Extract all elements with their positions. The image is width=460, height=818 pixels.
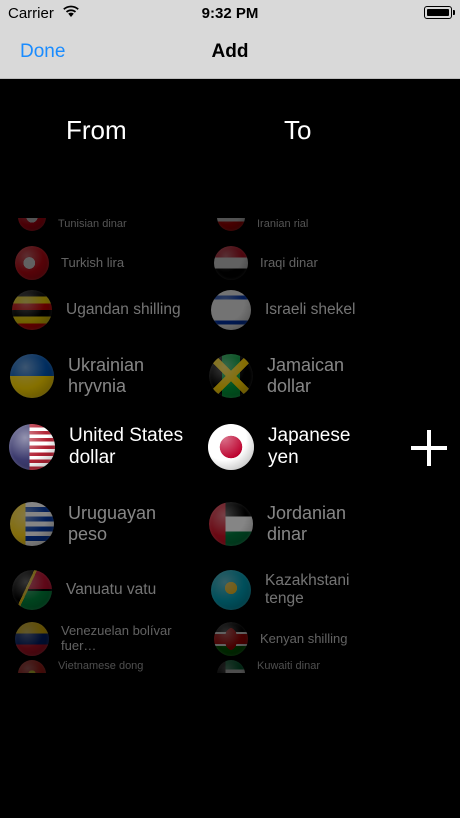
vietnam-flag-icon [18, 660, 46, 673]
to-currency-label: Jordanian dinar [267, 503, 347, 544]
to-currency-row[interactable]: Kazakhstani tenge [211, 570, 381, 610]
from-currency-label: Venezuelan bolívar fuer… [61, 623, 172, 653]
page-title: Add [211, 41, 249, 62]
japan-flag-icon [208, 424, 254, 470]
from-currency-label: United States dollar [69, 425, 184, 468]
kazakhstan-flag-icon [211, 570, 251, 610]
from-currency-row[interactable]: Vietnamese dong [18, 660, 180, 673]
battery-icon [424, 6, 455, 19]
jordan-flag-icon [209, 502, 253, 546]
ukraine-flag-icon [10, 354, 54, 398]
kenya-flag-icon [214, 622, 248, 656]
to-currency-row[interactable]: Iraqi dinar [214, 246, 376, 280]
to-currency-label: Kazakhstani tenge [265, 572, 350, 607]
from-currency-label: Turkish lira [61, 254, 125, 270]
from-currency-row[interactable]: Venezuelan bolívar fuer… [15, 622, 183, 656]
from-currency-row[interactable]: Ugandan shilling [12, 290, 188, 330]
to-currency-label: Kuwaiti dinar [257, 660, 320, 672]
from-currency-label: Tunisian dinar [58, 218, 127, 231]
from-currency-row[interactable]: United States dollar [9, 424, 191, 470]
from-currency-row[interactable]: Uruguayan peso [10, 502, 190, 546]
navigation-bar: Done Add [0, 28, 460, 79]
to-currency-row[interactable]: Iranian rial [217, 218, 373, 231]
from-currency-label: Vanuatu vatu [66, 581, 157, 599]
to-currency-row[interactable]: Japanese yen [208, 424, 384, 470]
from-currency-label: Ukrainian hryvnia [68, 355, 145, 396]
kuwait-flag-icon [217, 660, 245, 673]
to-currency-label: Jamaican dollar [267, 355, 345, 396]
to-column-label: To [284, 115, 312, 145]
from-currency-label: Uruguayan peso [68, 503, 157, 544]
turkey-flag-icon [15, 246, 49, 280]
usa-flag-icon [9, 424, 55, 470]
jamaica-flag-icon [209, 354, 253, 398]
uruguay-flag-icon [10, 502, 54, 546]
to-currency-row[interactable]: Kuwaiti dinar [217, 660, 373, 673]
from-currency-row[interactable]: Turkish lira [15, 246, 183, 280]
to-currency-row[interactable]: Jamaican dollar [209, 354, 383, 398]
to-currency-label: Iraqi dinar [260, 254, 318, 270]
clock: 9:32 PM [201, 5, 259, 22]
from-currency-row[interactable]: Vanuatu vatu [12, 570, 188, 610]
done-button[interactable]: Done [20, 41, 65, 63]
currency-picker[interactable]: Tunisian dinar Turkish lira Ugandan shilli… [0, 218, 400, 673]
vanuatu-flag-icon [12, 570, 52, 610]
to-currency-row[interactable]: Jordanian dinar [209, 502, 383, 546]
to-currency-label: Kenyan shilling [260, 630, 348, 646]
iran-flag-icon [217, 218, 245, 231]
uganda-flag-icon [12, 290, 52, 330]
israel-flag-icon [211, 290, 251, 330]
from-currency-row[interactable]: Tunisian dinar [18, 218, 180, 231]
add-pair-button[interactable] [409, 428, 449, 468]
status-bar: Carrier 9:32 PM [0, 0, 460, 28]
to-currency-label: Japanese yen [268, 425, 351, 468]
venezuela-flag-icon [15, 622, 49, 656]
tunisia-flag-icon [18, 218, 46, 231]
from-column-label: From [66, 115, 127, 145]
iraq-flag-icon [214, 246, 248, 280]
from-currency-label: Ugandan shilling [66, 301, 181, 319]
to-currency-label: Iranian rial [257, 218, 309, 231]
from-currency-label: Vietnamese dong [58, 660, 144, 672]
to-currency-row[interactable]: Israeli shekel [211, 290, 381, 330]
from-currency-row[interactable]: Ukrainian hryvnia [10, 354, 190, 398]
to-currency-row[interactable]: Kenyan shilling [214, 622, 376, 656]
to-currency-label: Israeli shekel [265, 301, 356, 319]
